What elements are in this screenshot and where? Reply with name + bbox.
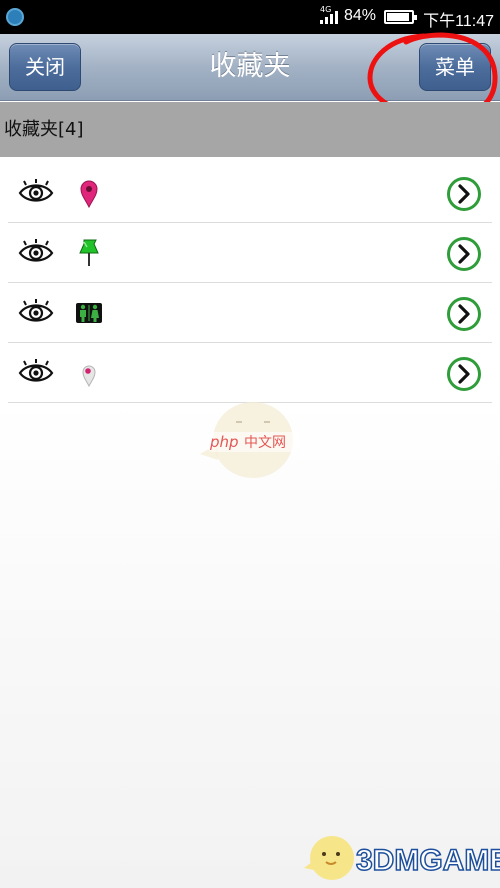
clock: 下午11:47 — [423, 13, 494, 30]
notification-icon — [6, 8, 24, 26]
close-button[interactable]: 关闭 — [9, 43, 81, 91]
section-header: 收藏夹[4] — [0, 102, 500, 157]
svg-text:中文网: 中文网 — [244, 435, 286, 451]
chevron-right-icon[interactable] — [446, 236, 482, 272]
green-pushpin-icon — [79, 239, 99, 266]
svg-text:3DMGAME: 3DMGAME — [356, 844, 500, 877]
title-bar: 关闭 收藏夹 菜单 — [0, 34, 500, 101]
eye-icon[interactable] — [18, 239, 54, 267]
grey-map-pin-icon — [82, 365, 96, 388]
php-watermark-logo: php 中文网 — [200, 402, 300, 478]
chevron-right-icon[interactable] — [446, 356, 482, 392]
chevron-right-icon[interactable] — [446, 296, 482, 332]
list-item[interactable] — [8, 163, 492, 223]
menu-button[interactable]: 菜单 — [419, 43, 491, 91]
restroom-icon — [76, 303, 102, 323]
eye-icon[interactable] — [18, 359, 54, 387]
list-item[interactable] — [8, 283, 492, 343]
list-item[interactable] — [8, 343, 492, 403]
battery-percent: 84% — [344, 7, 377, 24]
pink-map-pin-icon — [80, 180, 98, 209]
svg-text:php: php — [209, 433, 239, 451]
chevron-right-icon[interactable] — [446, 176, 482, 212]
eye-icon[interactable] — [18, 179, 54, 207]
eye-icon[interactable] — [18, 299, 54, 327]
3dmgame-watermark-logo: 3DMGAME — [304, 836, 500, 880]
favorites-list — [8, 163, 492, 403]
page-title: 收藏夹 — [209, 51, 291, 82]
status-bar: 4G 84% 下午11:47 — [0, 0, 500, 34]
list-item[interactable] — [8, 223, 492, 283]
signal-icon: 4G — [320, 5, 338, 24]
battery-icon — [384, 10, 417, 24]
